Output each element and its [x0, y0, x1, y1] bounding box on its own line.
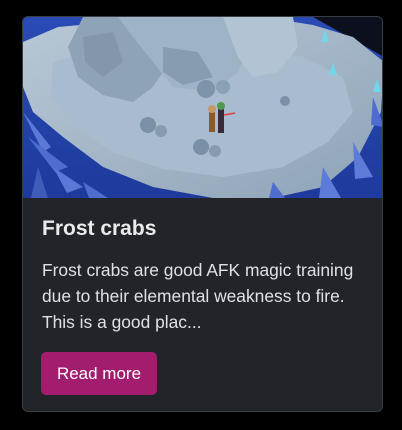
- card-excerpt: Frost crabs are good AFK magic training …: [42, 260, 354, 332]
- article-card: Frost crabs Frost crabs are good AFK mag…: [22, 16, 383, 412]
- card-title: Frost crabs: [42, 217, 157, 240]
- game-scene-image[interactable]: [23, 17, 383, 198]
- read-more-button[interactable]: Read more: [41, 352, 157, 395]
